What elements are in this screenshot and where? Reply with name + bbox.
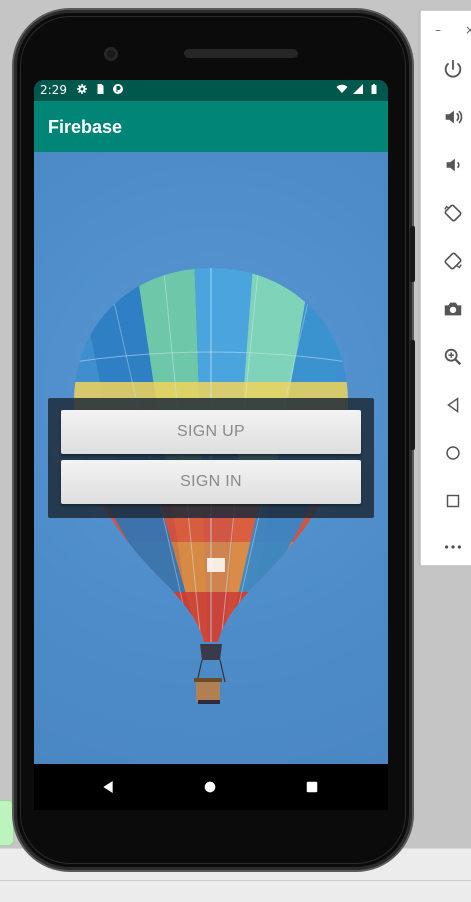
earpiece-speaker bbox=[184, 49, 298, 58]
battery-icon bbox=[371, 84, 377, 94]
phone-volume-keys[interactable] bbox=[410, 340, 415, 450]
volume-up-icon[interactable] bbox=[439, 103, 467, 131]
phone-screen: 2:29 Firebase SIGN UP SIGN IN bbox=[34, 80, 388, 764]
recents-icon[interactable] bbox=[300, 776, 324, 798]
status-bar: 2:29 bbox=[34, 80, 388, 101]
front-camera bbox=[104, 47, 118, 61]
volume-down-icon[interactable] bbox=[439, 151, 467, 179]
settings-icon bbox=[77, 84, 87, 94]
main-content: SIGN UP SIGN IN bbox=[34, 152, 388, 764]
cell-signal-icon bbox=[353, 84, 363, 94]
more-icon[interactable] bbox=[439, 533, 467, 561]
camera-icon[interactable] bbox=[439, 295, 467, 323]
overview-icon[interactable] bbox=[439, 487, 467, 515]
status-right-icons bbox=[336, 83, 380, 95]
status-left-icons bbox=[76, 83, 124, 95]
rotate-right-icon[interactable] bbox=[439, 247, 467, 275]
emulator-side-panel: – × bbox=[420, 10, 471, 566]
wifi-icon bbox=[336, 84, 348, 93]
auth-button-panel: SIGN UP SIGN IN bbox=[48, 398, 374, 518]
phone-power-key[interactable] bbox=[410, 226, 415, 282]
rotate-left-icon[interactable] bbox=[439, 199, 467, 227]
status-time: 2:29 bbox=[40, 83, 67, 97]
minimize-icon[interactable]: – bbox=[435, 23, 441, 37]
sign-in-button[interactable]: SIGN IN bbox=[61, 460, 361, 504]
app-notification-icon bbox=[113, 84, 123, 94]
app-toolbar: Firebase bbox=[34, 101, 388, 152]
zoom-icon[interactable] bbox=[439, 343, 467, 371]
power-icon[interactable] bbox=[439, 55, 467, 83]
back-icon[interactable] bbox=[96, 776, 120, 798]
sign-up-button[interactable]: SIGN UP bbox=[61, 410, 361, 454]
home-icon[interactable] bbox=[198, 776, 222, 798]
navigation-bar bbox=[34, 764, 388, 810]
sim-card-icon bbox=[97, 84, 104, 94]
editor-tab-edge bbox=[0, 800, 14, 846]
back-icon[interactable] bbox=[439, 391, 467, 419]
panel-window-controls: – × bbox=[421, 23, 471, 37]
app-title: Firebase bbox=[48, 117, 123, 137]
home-icon[interactable] bbox=[439, 439, 467, 467]
close-icon[interactable]: × bbox=[465, 23, 471, 37]
ide-divider bbox=[0, 880, 471, 881]
